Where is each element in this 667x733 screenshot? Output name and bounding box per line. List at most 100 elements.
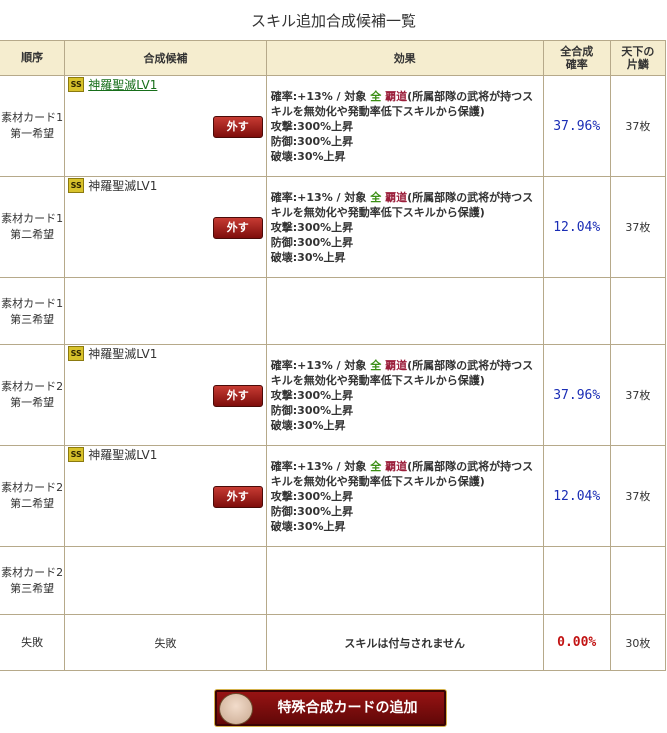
remove-button[interactable]: 外す bbox=[212, 217, 263, 239]
target-hado: 覇道 bbox=[385, 459, 408, 473]
effect-text: 確率:+13% / 対象 全 覇道(所属部隊の武将が持つスキルを無効化や発動率低… bbox=[267, 457, 543, 536]
candidate: SS 神羅聖滅LV1 外す bbox=[65, 446, 266, 546]
candidate-cell bbox=[64, 546, 267, 615]
effect-cell: 確率:+13% / 対象 全 覇道(所属部隊の武将が持つスキルを無効化や発動率低… bbox=[265, 75, 544, 177]
page-title: スキル追加合成候補一覧 bbox=[250, 12, 416, 30]
effect-brk: 破壊:30%上昇 bbox=[270, 418, 346, 432]
ss-grade-icon: SS bbox=[68, 77, 85, 92]
effect-brk: 破壊:30%上昇 bbox=[270, 250, 346, 264]
remove-button[interactable]: 外す bbox=[212, 486, 263, 508]
total-rate: 37.96% bbox=[553, 387, 601, 403]
header-effect: 効果 bbox=[265, 40, 544, 76]
skill-name: 神羅聖滅LV1 bbox=[88, 179, 158, 193]
rate-cell: 12.04% bbox=[542, 445, 611, 547]
remove-button[interactable]: 外す bbox=[212, 385, 263, 407]
effect-cell bbox=[265, 546, 544, 615]
rate-cell: 37.96% bbox=[542, 75, 611, 177]
target-all: 全 bbox=[370, 89, 382, 103]
failure-row: 失敗 失敗 スキルは付与されません 0.00% 30枚 bbox=[0, 614, 667, 671]
add-special-card-button[interactable]: 特殊合成カードの追加 bbox=[214, 689, 447, 727]
failure-order: 失敗 bbox=[0, 614, 66, 671]
order-cell: 素材カード2 第二希望 bbox=[0, 445, 66, 547]
add-special-card-label: 特殊合成カードの追加 bbox=[277, 700, 418, 716]
effect-cell bbox=[265, 277, 544, 346]
header-total-rate-text: 全合成確率 bbox=[560, 45, 594, 71]
candidate: SS 神羅聖滅LV1 外す bbox=[65, 177, 266, 277]
header-order: 順序 bbox=[0, 40, 66, 76]
order-card: 素材カード1 bbox=[1, 212, 64, 225]
ss-grade-icon: SS bbox=[68, 346, 85, 361]
failure-table: 失敗 失敗 スキルは付与されません 0.00% 30枚 bbox=[0, 614, 667, 671]
effect-def: 防御:300%上昇 bbox=[270, 504, 354, 518]
tenka-cell: 37枚 bbox=[609, 445, 667, 547]
order-preference: 第二希望 bbox=[10, 497, 55, 510]
candidate-cell: SS 神羅聖滅LV1 外す bbox=[64, 75, 267, 177]
effect-cell: 確率:+13% / 対象 全 覇道(所属部隊の武将が持つスキルを無効化や発動率低… bbox=[265, 445, 544, 547]
effect-rate: 確率:+13% / 対象 bbox=[270, 358, 371, 372]
target-hado: 覇道 bbox=[385, 358, 408, 372]
rate-cell: 12.04% bbox=[542, 176, 611, 278]
table-row: 素材カード1 第二希望 SS 神羅聖滅LV1 外す 確率:+13% / 対象 全 覇… bbox=[0, 176, 667, 278]
order-cell: 素材カード2 第一希望 bbox=[0, 344, 66, 446]
failure-rate: 0.00% bbox=[557, 635, 597, 650]
tenka-cell bbox=[609, 277, 667, 346]
order-preference: 第一希望 bbox=[10, 396, 55, 409]
ss-grade-icon: SS bbox=[68, 447, 85, 462]
effect-def: 防御:300%上昇 bbox=[270, 403, 354, 417]
target-all: 全 bbox=[370, 459, 382, 473]
failure-tenka: 30枚 bbox=[609, 614, 667, 671]
candidate-cell: SS 神羅聖滅LV1 外す bbox=[64, 344, 267, 446]
order-cell: 素材カード2 第三希望 bbox=[0, 546, 66, 615]
effect-brk: 破壊:30%上昇 bbox=[270, 149, 346, 163]
skill-link[interactable]: 神羅聖滅LV1 bbox=[88, 78, 157, 92]
order-cell: 素材カード1 第一希望 bbox=[0, 75, 66, 177]
candidate-table-1: 順序 合成候補 効果 全合成確率 天下の片鱗 素材カード1 第一希望 SS 神羅聖滅… bbox=[0, 40, 667, 346]
failure-candidate: 失敗 bbox=[64, 614, 267, 671]
order-preference: 第三希望 bbox=[10, 312, 55, 326]
failure-effect: スキルは付与されません bbox=[265, 614, 544, 671]
order-preference: 第二希望 bbox=[10, 228, 55, 241]
tenka-cell: 37枚 bbox=[609, 176, 667, 278]
effect-rate: 確率:+13% / 対象 bbox=[270, 459, 371, 473]
table-row: 素材カード1 第一希望 SS 神羅聖滅LV1 外す 確率:+13% / 対象 全 覇… bbox=[0, 75, 667, 177]
target-all: 全 bbox=[370, 190, 382, 204]
effect-def: 防御:300%上昇 bbox=[270, 134, 354, 148]
effect-cell: 確率:+13% / 対象 全 覇道(所属部隊の武将が持つスキルを無効化や発動率低… bbox=[265, 176, 544, 278]
table-row: 素材カード2 第一希望 SS 神羅聖滅LV1 外す 確率:+13% / 対象 全 覇… bbox=[0, 344, 667, 446]
remove-button[interactable]: 外す bbox=[212, 116, 263, 138]
header-tenka-text: 天下の片鱗 bbox=[621, 45, 655, 71]
effect-atk: 攻撃:300%上昇 bbox=[270, 388, 354, 402]
table-row: 素材カード1 第三希望 bbox=[0, 277, 667, 346]
candidate-cell: SS 神羅聖滅LV1 外す bbox=[64, 445, 267, 547]
candidate: SS 神羅聖滅LV1 外す bbox=[65, 345, 266, 445]
effect-atk: 攻撃:300%上昇 bbox=[270, 119, 354, 133]
effect-brk: 破壊:30%上昇 bbox=[270, 519, 346, 533]
rate-cell bbox=[542, 277, 611, 346]
effect-text: 確率:+13% / 対象 全 覇道(所属部隊の武将が持つスキルを無効化や発動率低… bbox=[267, 356, 543, 435]
effect-cell: 確率:+13% / 対象 全 覇道(所属部隊の武将が持つスキルを無効化や発動率低… bbox=[265, 344, 544, 446]
table-header-row: 順序 合成候補 効果 全合成確率 天下の片鱗 bbox=[0, 40, 667, 76]
header-tenka: 天下の片鱗 bbox=[609, 40, 667, 76]
rate-cell bbox=[542, 546, 611, 615]
effect-atk: 攻撃:300%上昇 bbox=[270, 489, 354, 503]
table-row: 素材カード2 第二希望 SS 神羅聖滅LV1 外す 確率:+13% / 対象 全 覇… bbox=[0, 445, 667, 547]
order-cell: 素材カード1 第三希望 bbox=[0, 277, 66, 346]
candidate-cell: SS 神羅聖滅LV1 外す bbox=[64, 176, 267, 278]
order-card: 素材カード1 bbox=[1, 296, 64, 310]
skill-name: 神羅聖滅LV1 bbox=[88, 347, 158, 361]
order-card: 素材カード2 bbox=[1, 380, 64, 393]
total-rate: 37.96% bbox=[553, 118, 601, 134]
effect-text: 確率:+13% / 対象 全 覇道(所属部隊の武将が持つスキルを無効化や発動率低… bbox=[267, 188, 543, 267]
target-all: 全 bbox=[370, 358, 382, 372]
rate-cell: 37.96% bbox=[542, 344, 611, 446]
candidate-cell bbox=[64, 277, 267, 346]
effect-def: 防御:300%上昇 bbox=[270, 235, 354, 249]
failure-rate-cell: 0.00% bbox=[542, 614, 611, 671]
tenka-cell: 37枚 bbox=[609, 344, 667, 446]
target-hado: 覇道 bbox=[385, 89, 408, 103]
order-preference: 第三希望 bbox=[10, 581, 55, 595]
effect-atk: 攻撃:300%上昇 bbox=[270, 220, 354, 234]
target-hado: 覇道 bbox=[385, 190, 408, 204]
ss-grade-icon: SS bbox=[68, 178, 85, 193]
header-candidate: 合成候補 bbox=[64, 40, 267, 76]
